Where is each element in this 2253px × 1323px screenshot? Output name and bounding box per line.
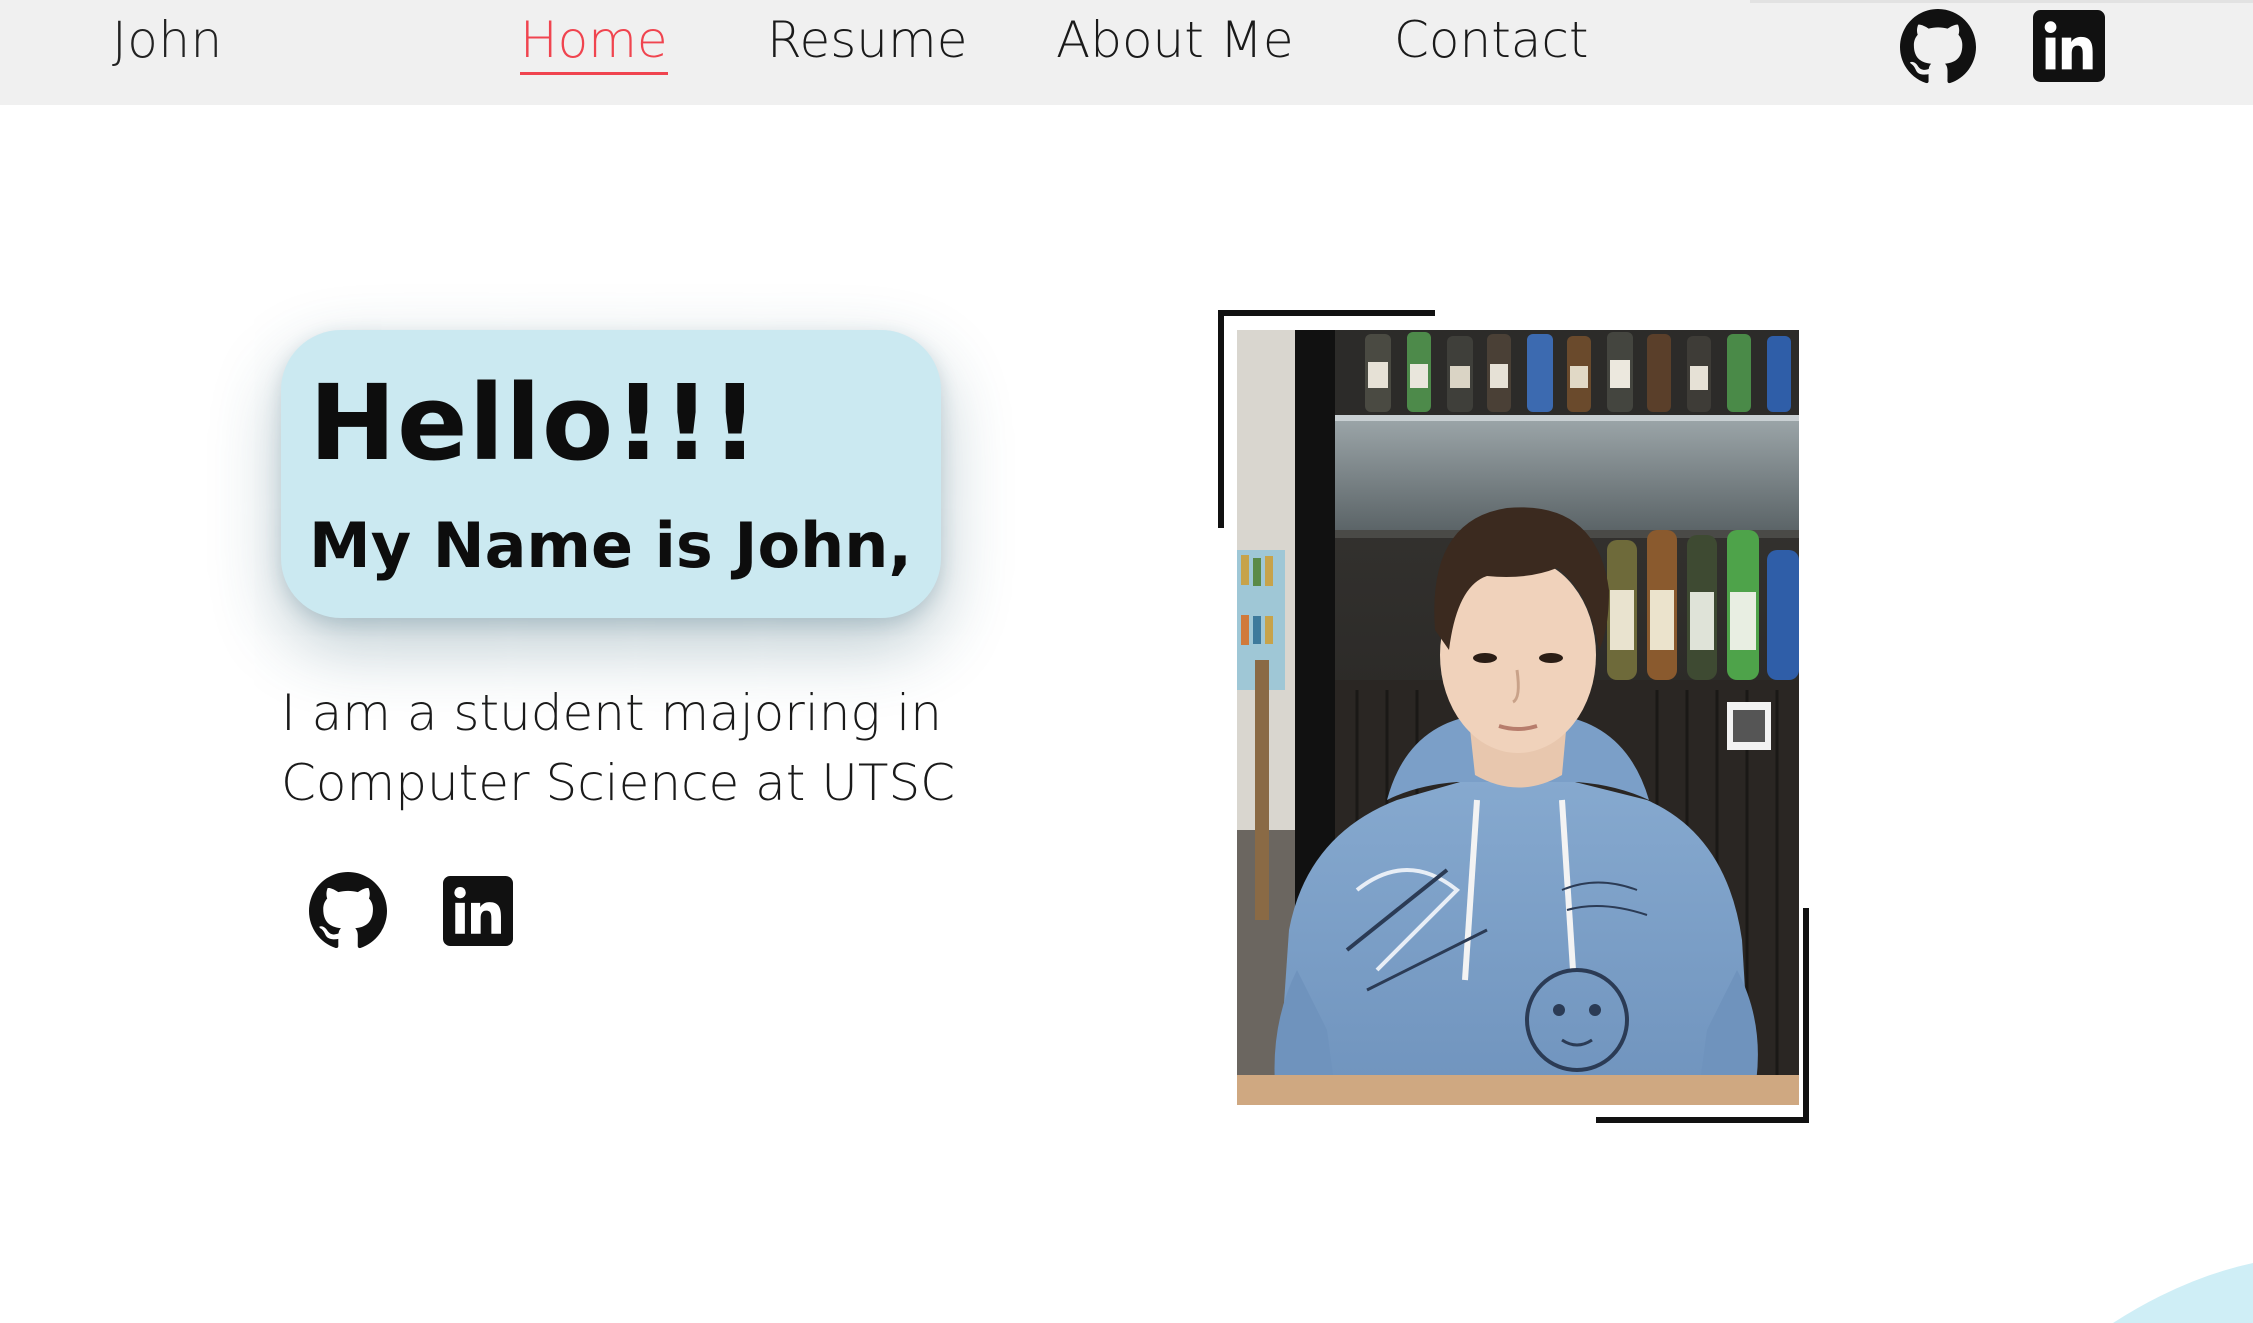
corner-decoration (2113, 1263, 2253, 1323)
photo-frame-corner-left (1218, 310, 1224, 528)
portfolio-page: John Home Resume About Me Contact Hello!… (0, 0, 2253, 1323)
nav-link-resume[interactable]: Resume (767, 10, 967, 70)
github-icon[interactable] (1900, 9, 1976, 85)
linkedin-icon[interactable] (443, 876, 513, 946)
greeting-card: Hello!!! My Name is John, (281, 330, 941, 618)
nav-link-home[interactable]: Home (520, 10, 668, 75)
nav-link-about-me[interactable]: About Me (1056, 10, 1294, 70)
photo-frame-corner-bottom (1596, 1117, 1809, 1123)
profile-photo-illustration (1237, 330, 1799, 1105)
github-icon[interactable] (309, 872, 387, 950)
profile-photo (1237, 330, 1799, 1105)
photo-frame-corner-right (1803, 908, 1809, 1123)
photo-frame-corner-top (1218, 310, 1435, 316)
intro-line-1: I am a student majoring in (281, 684, 942, 742)
linkedin-icon[interactable] (2033, 10, 2105, 82)
nav-link-contact[interactable]: Contact (1394, 10, 1589, 70)
intro-text: I am a student majoring in Computer Scie… (281, 678, 981, 818)
greeting-heading: Hello!!! (309, 362, 760, 484)
intro-line-2: Computer Science at UTSC (281, 754, 956, 812)
top-navbar: John Home Resume About Me Contact (0, 0, 2253, 105)
name-heading: My Name is John, (309, 509, 912, 582)
